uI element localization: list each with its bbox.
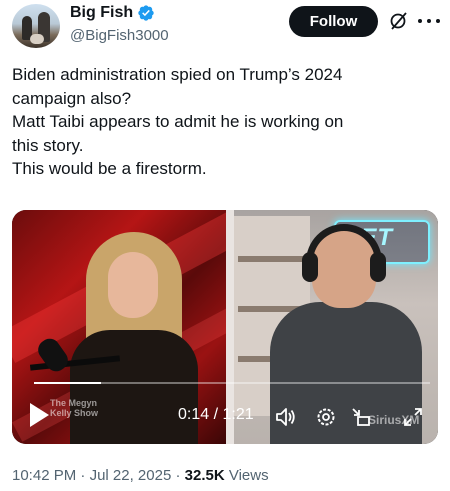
- avatar-dog: [30, 34, 44, 44]
- settings-icon[interactable]: [315, 406, 337, 428]
- progress-fill: [34, 382, 102, 384]
- tweet-time[interactable]: 10:42 PM: [12, 467, 76, 484]
- show-watermark: The Megyn Kelly Show: [50, 398, 99, 418]
- tweet-text: Biden administration spied on Trump’s 20…: [12, 63, 432, 181]
- author-name-row: Big Fish: [70, 4, 155, 22]
- progress-bar[interactable]: [34, 382, 430, 384]
- meta-separator: ·: [175, 467, 181, 484]
- tweet-text-line: this story.: [12, 135, 84, 155]
- grok-icon[interactable]: [389, 11, 409, 31]
- tweet-text-line: Biden administration spied on Trump’s 20…: [12, 65, 343, 84]
- author-handle[interactable]: @BigFish3000: [70, 27, 169, 44]
- video-time: 0:14 / 1:21: [178, 406, 254, 423]
- video-player[interactable]: KET The Megyn Kelly Show 0:14 / 1:21 Sir…: [12, 210, 438, 444]
- tweet-text-line: This would be a firestorm.: [12, 159, 207, 178]
- tweet-text-line: Matt Taibi appears to admit he is workin…: [12, 112, 344, 131]
- play-icon[interactable]: [28, 402, 50, 428]
- tweet-meta: 10:42 PM · Jul 22, 2025 · 32.5K Views: [12, 467, 269, 484]
- verified-badge-icon[interactable]: [137, 4, 155, 22]
- author-display-name[interactable]: Big Fish: [70, 4, 133, 22]
- tweet: Big Fish @BigFish3000 Follow Biden admin…: [0, 0, 450, 491]
- volume-icon[interactable]: [274, 406, 296, 428]
- more-icon[interactable]: [418, 13, 440, 29]
- views-label: Views: [228, 467, 269, 484]
- fullscreen-icon[interactable]: [402, 406, 424, 428]
- tweet-text-line: campaign also?: [12, 88, 132, 108]
- tweet-date[interactable]: Jul 22, 2025: [90, 467, 172, 484]
- follow-button[interactable]: Follow: [289, 6, 378, 37]
- meta-separator: ·: [80, 467, 86, 484]
- avatar[interactable]: [12, 4, 60, 48]
- views-count[interactable]: 32.5K: [185, 467, 225, 484]
